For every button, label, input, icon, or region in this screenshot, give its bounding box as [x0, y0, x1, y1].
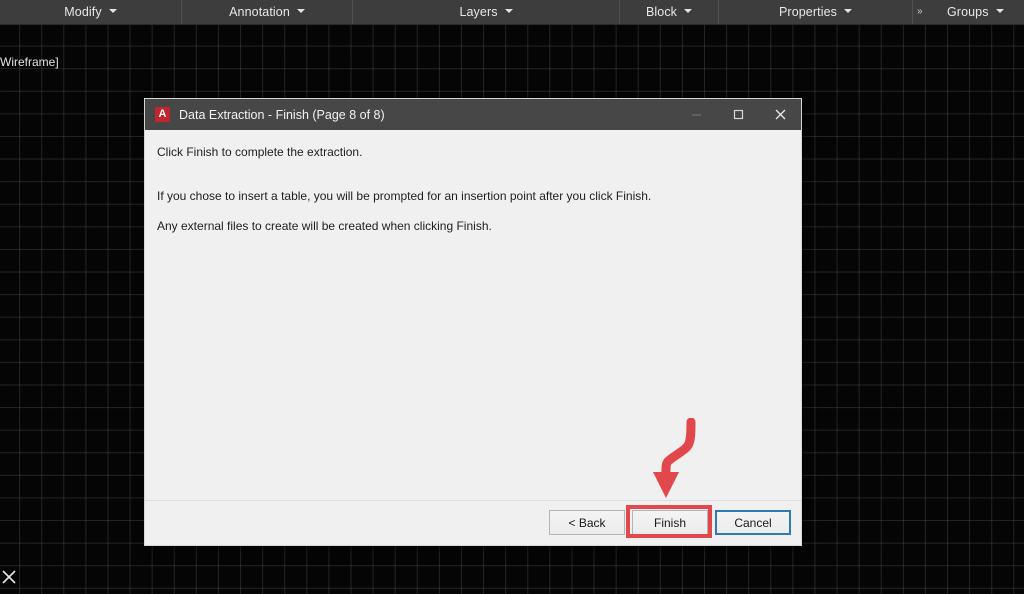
maximize-icon[interactable]: [717, 99, 759, 130]
ribbon-panel-groups[interactable]: Groups: [927, 0, 1024, 24]
chevron-down-icon: [296, 9, 305, 13]
chevron-down-icon: [684, 9, 693, 13]
ribbon-panel-annotation-label: Annotation: [229, 5, 290, 19]
x-crosshair-icon: [1, 569, 17, 585]
minimize-icon[interactable]: [675, 99, 717, 130]
instruction-line-1: Click Finish to complete the extraction.: [157, 145, 363, 159]
dialog-footer: < Back Finish Cancel: [145, 500, 801, 545]
instruction-line-2: If you chose to insert a table, you will…: [157, 189, 652, 204]
close-icon[interactable]: [759, 99, 801, 130]
dialog-title: Data Extraction - Finish (Page 8 of 8): [179, 107, 385, 122]
dialog-body: Click Finish to complete the extraction.…: [145, 130, 801, 500]
ribbon-panel-layers[interactable]: Layers: [353, 0, 620, 24]
data-extraction-dialog: A Data Extraction - Finish (Page 8 of 8)…: [145, 99, 801, 545]
ribbon-panel-modify-label: Modify: [64, 5, 102, 19]
instruction-line-3: Any external files to create will be cre…: [157, 219, 492, 234]
ribbon-panel-block-label: Block: [645, 5, 678, 19]
ribbon-panel-block[interactable]: Block: [620, 0, 719, 24]
viewport-style-label: Wireframe]: [0, 55, 59, 69]
finish-button[interactable]: Finish: [632, 510, 708, 535]
chevron-down-icon: [504, 9, 513, 13]
chevron-down-icon: [995, 9, 1004, 13]
cancel-button[interactable]: Cancel: [715, 510, 791, 535]
dialog-titlebar[interactable]: A Data Extraction - Finish (Page 8 of 8): [145, 99, 801, 130]
ribbon-panel-annotation[interactable]: Annotation: [182, 0, 353, 24]
ribbon-toolbar: Modify Annotation Layers Block Propertie…: [0, 0, 1024, 25]
ribbon-panel-layers-label: Layers: [459, 5, 498, 19]
ribbon-panel-properties[interactable]: Properties: [719, 0, 913, 24]
back-button[interactable]: < Back: [549, 510, 625, 535]
chevron-down-icon: [843, 9, 852, 13]
ribbon-panel-properties-label: Properties: [779, 5, 837, 19]
ribbon-panel-modify[interactable]: Modify: [0, 0, 182, 24]
chevron-down-icon: [108, 9, 117, 13]
ribbon-overflow-chevron-icon[interactable]: »: [913, 0, 927, 24]
ribbon-panel-groups-label: Groups: [946, 5, 989, 19]
autocad-logo-icon: A: [155, 107, 170, 122]
